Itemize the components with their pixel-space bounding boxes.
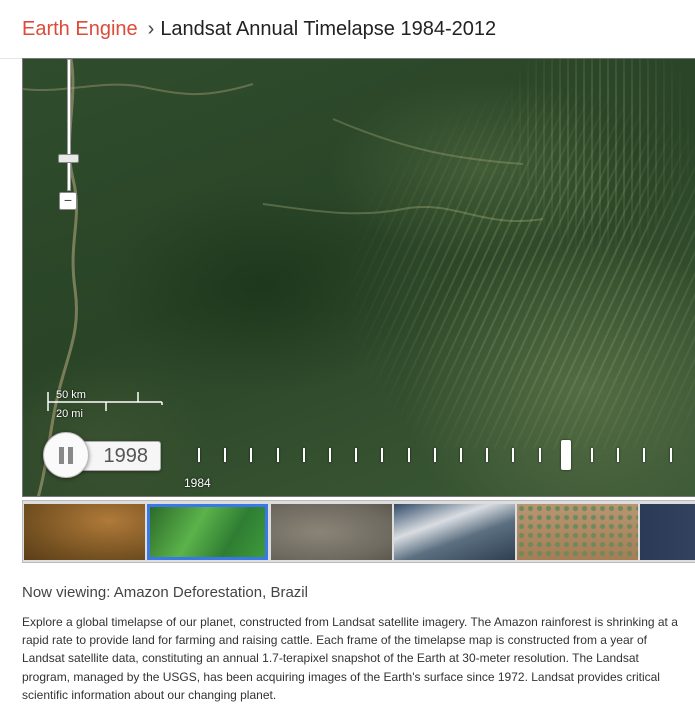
timeline-tick[interactable] (617, 448, 620, 462)
page-title: Landsat Annual Timelapse 1984-2012 (160, 18, 497, 40)
thumb-glacier[interactable] (394, 504, 515, 560)
timeline-tick[interactable] (591, 448, 593, 462)
timeline-tick[interactable] (460, 448, 462, 462)
timelapse-map[interactable]: − 50 km 20 mi 1998 1984 (22, 58, 695, 497)
pause-icon-bar (68, 447, 73, 464)
now-viewing-label: Now viewing: Amazon Deforestation, Brazi… (22, 584, 308, 601)
timeline-tick[interactable] (355, 448, 358, 462)
timeline-tick[interactable] (250, 448, 253, 462)
timeline-current-marker[interactable] (560, 440, 571, 470)
timeline-tick[interactable] (381, 448, 384, 462)
thumb-urban[interactable] (271, 504, 392, 560)
timeline-tick[interactable] (198, 448, 200, 462)
timeline-tick[interactable] (329, 448, 331, 462)
timeline-tick[interactable] (669, 448, 672, 462)
play-pause-button[interactable] (43, 432, 89, 478)
timeline-tick[interactable] (512, 448, 515, 462)
header: Earth Engine › Landsat Annual Timelapse 19… (0, 0, 695, 59)
timeline-tick[interactable] (433, 448, 436, 462)
thumb-amazon[interactable] (147, 504, 268, 560)
breadcrumb: Earth Engine › Landsat Annual Timelapse 19… (22, 17, 496, 41)
timeline-tick[interactable] (407, 448, 410, 462)
timeline-tick[interactable] (538, 448, 541, 462)
breadcrumb-separator: › (147, 18, 155, 40)
timeline-tick[interactable] (643, 448, 646, 462)
timeline-tick[interactable] (276, 448, 279, 462)
location-thumbnail-strip (22, 500, 695, 563)
thumb-irrigation-circles[interactable] (517, 504, 638, 560)
timeline-slider[interactable] (23, 59, 695, 496)
thumb-desert-canyon[interactable] (24, 504, 145, 560)
thumb-coast[interactable] (640, 504, 695, 560)
timeline-start-year: 1984 (184, 476, 211, 490)
timeline-tick[interactable] (302, 448, 305, 462)
timeline-tick[interactable] (224, 448, 227, 462)
description-text: Explore a global timelapse of our planet… (22, 615, 678, 702)
pause-icon (59, 447, 64, 464)
timeline-tick[interactable] (486, 448, 489, 462)
brand-link[interactable]: Earth Engine (22, 18, 138, 40)
